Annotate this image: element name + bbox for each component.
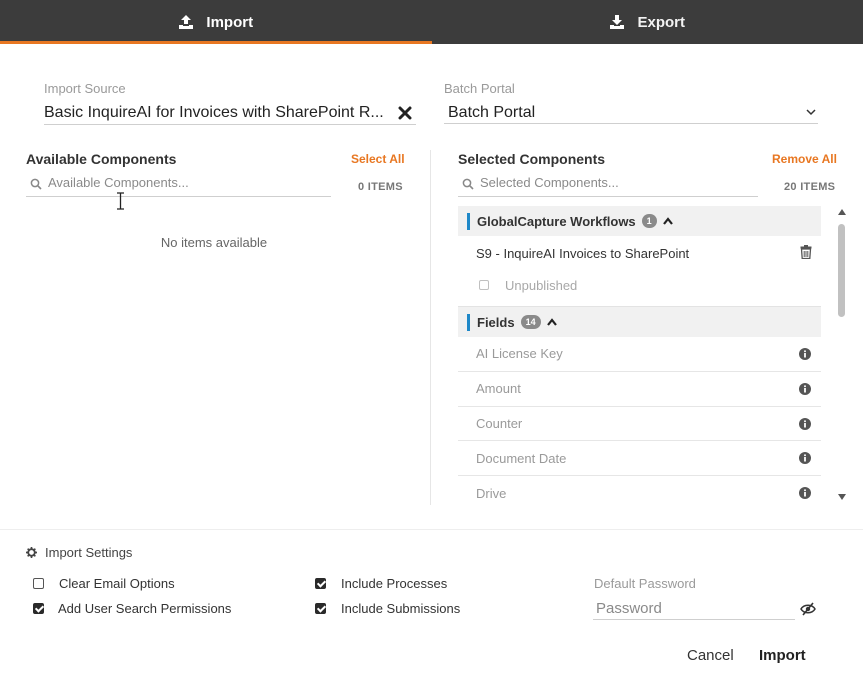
- field-name: Drive: [476, 485, 507, 501]
- import-source-underline: [44, 124, 416, 125]
- group-fields-title: Fields: [477, 314, 515, 330]
- field-name: Document Date: [476, 450, 567, 466]
- group-fields-header[interactable]: Fields 14: [458, 307, 821, 337]
- field-name: AI License Key: [476, 346, 563, 362]
- caret-up-icon[interactable]: [546, 318, 557, 326]
- info-icon[interactable]: [799, 487, 811, 500]
- import-settings-title: Import Settings: [45, 545, 133, 560]
- scrollbar-thumb[interactable]: [838, 224, 845, 317]
- field-name: Counter: [476, 415, 523, 431]
- unpublished-checkbox[interactable]: [479, 280, 489, 290]
- include-processes-checkbox[interactable]: [315, 578, 326, 589]
- info-icon[interactable]: [799, 348, 811, 360]
- clear-email-checkbox[interactable]: [33, 578, 44, 589]
- include-submissions-checkbox[interactable]: [315, 603, 326, 614]
- available-search: [26, 173, 331, 197]
- tab-import[interactable]: Import: [0, 0, 432, 44]
- selected-search: [458, 173, 758, 197]
- group-accent-bar: [467, 213, 470, 230]
- no-items-text: No items available: [160, 235, 268, 250]
- workflow-item-name: S9 - InquireAI Invoices to SharePoint: [476, 246, 690, 261]
- tab-import-label: Import: [206, 13, 254, 31]
- add-user-search-checkbox[interactable]: [33, 603, 44, 614]
- group-workflows-header[interactable]: GlobalCapture Workflows 1: [458, 206, 821, 236]
- field-row: Drive: [458, 476, 821, 506]
- batch-portal-label: Batch Portal: [444, 81, 515, 96]
- available-count: 0 ITEMS: [358, 181, 403, 193]
- tab-export-label: Export: [637, 13, 685, 31]
- tab-export[interactable]: Export: [432, 0, 863, 44]
- info-icon[interactable]: [799, 452, 811, 465]
- download-icon: [610, 15, 625, 29]
- field-row: Counter: [458, 407, 821, 442]
- password-field: [593, 598, 795, 620]
- include-submissions-label: Include Submissions: [341, 601, 461, 616]
- group-workflows-title: GlobalCapture Workflows: [477, 213, 636, 229]
- field-row: Amount: [458, 372, 821, 407]
- panel-divider: [430, 150, 431, 505]
- caret-up-icon[interactable]: [662, 217, 673, 225]
- include-processes-label: Include Processes: [341, 576, 448, 591]
- list-scrollbar[interactable]: [835, 206, 849, 506]
- password-input[interactable]: [593, 598, 795, 617]
- search-icon: [30, 178, 42, 190]
- clear-email-label: Clear Email Options: [59, 576, 175, 591]
- import-button[interactable]: Import: [759, 647, 806, 664]
- field-row: Document Date: [458, 441, 821, 477]
- selected-search-input[interactable]: [480, 175, 750, 190]
- select-all-button[interactable]: Select All: [351, 152, 405, 166]
- info-icon[interactable]: [799, 417, 811, 430]
- batch-portal-value: Batch Portal: [448, 104, 536, 121]
- scroll-down-icon[interactable]: [838, 494, 846, 500]
- info-icon[interactable]: [799, 382, 811, 395]
- text-cursor-icon: [117, 192, 124, 210]
- clear-source-icon[interactable]: [398, 106, 412, 120]
- unpublished-label: Unpublished: [505, 278, 578, 293]
- chevron-down-icon: [806, 109, 816, 116]
- available-search-input[interactable]: [48, 175, 323, 190]
- workflow-item: S9 - InquireAI Invoices to SharePoint Un…: [458, 236, 821, 307]
- eye-slash-icon[interactable]: [800, 602, 816, 616]
- selected-count: 20 ITEMS: [784, 181, 836, 193]
- selected-components-list: GlobalCapture Workflows 1 S9 - InquireAI…: [458, 206, 821, 506]
- trash-icon[interactable]: [800, 245, 812, 259]
- batch-portal-select[interactable]: Batch Portal: [444, 104, 818, 124]
- cancel-button[interactable]: Cancel: [687, 647, 734, 664]
- field-name: Amount: [476, 381, 521, 397]
- selected-components-title: Selected Components: [458, 151, 606, 167]
- scroll-up-icon[interactable]: [838, 209, 846, 215]
- settings-separator: [0, 529, 863, 530]
- group-accent-bar: [467, 314, 470, 331]
- gear-icon: [26, 547, 37, 558]
- group-workflows-badge: 1: [641, 214, 657, 228]
- upload-icon: [179, 15, 194, 29]
- import-settings-header: Import Settings: [26, 545, 132, 560]
- search-icon: [462, 178, 474, 190]
- tab-bar: Import Export: [0, 0, 863, 44]
- group-fields-badge: 14: [520, 315, 541, 329]
- available-components-title: Available Components: [26, 151, 177, 167]
- default-password-label: Default Password: [594, 576, 696, 591]
- add-user-search-label: Add User Search Permissions: [58, 601, 232, 616]
- import-source-label: Import Source: [44, 81, 126, 96]
- field-row: AI License Key: [458, 337, 821, 372]
- remove-all-button[interactable]: Remove All: [772, 152, 837, 166]
- import-source-value[interactable]: Basic InquireAI for Invoices with ShareP…: [44, 104, 392, 122]
